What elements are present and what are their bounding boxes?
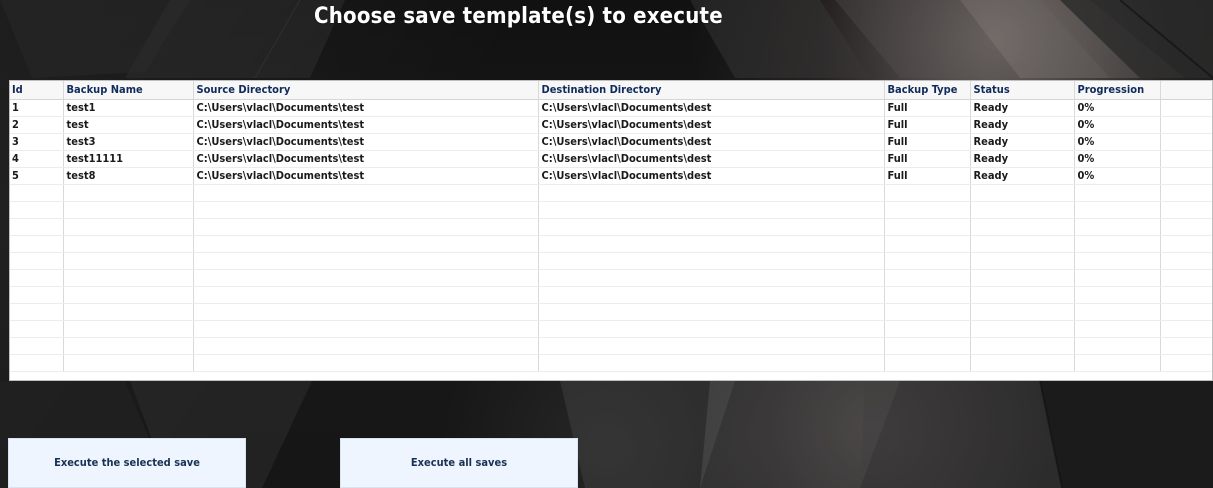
header-destination-directory[interactable]: Destination Directory <box>538 81 885 100</box>
cell-id: 2 <box>10 116 64 134</box>
cell-backup-name: test3 <box>63 133 194 151</box>
cell-destination-directory: C:\Users\vlacl\Documents\dest <box>538 167 885 185</box>
empty-table-row <box>10 320 1212 338</box>
header-status[interactable]: Status <box>970 81 1075 100</box>
table-row[interactable]: 4 test11111 C:\Users\vlacl\Documents\tes… <box>10 150 1212 168</box>
header-source-directory[interactable]: Source Directory <box>193 81 539 100</box>
cell-backup-type: Full <box>884 99 971 117</box>
empty-table-row <box>10 269 1212 287</box>
cell-destination-directory: C:\Users\vlacl\Documents\dest <box>538 99 885 117</box>
header-backup-type[interactable]: Backup Type <box>884 81 971 100</box>
execute-selected-save-button[interactable]: Execute the selected save <box>8 438 246 488</box>
cell-backup-type: Full <box>884 150 971 168</box>
empty-table-row <box>10 354 1212 372</box>
table-row[interactable]: 1 test1 C:\Users\vlacl\Documents\test C:… <box>10 99 1212 117</box>
execute-all-saves-button[interactable]: Execute all saves <box>340 438 578 488</box>
table-row[interactable]: 3 test3 C:\Users\vlacl\Documents\test C:… <box>10 133 1212 151</box>
table-row[interactable]: 5 test8 C:\Users\vlacl\Documents\test C:… <box>10 167 1212 185</box>
cell-spare <box>1160 133 1212 151</box>
cell-status: Ready <box>970 150 1075 168</box>
cell-backup-name: test1 <box>63 99 194 117</box>
cell-backup-name: test <box>63 116 194 134</box>
cell-source-directory: C:\Users\vlacl\Documents\test <box>193 99 539 117</box>
cell-backup-type: Full <box>884 167 971 185</box>
cell-spare <box>1160 167 1212 185</box>
cell-backup-type: Full <box>884 133 971 151</box>
header-progression[interactable]: Progression <box>1074 81 1161 100</box>
cell-progression: 0% <box>1074 116 1161 134</box>
cell-backup-type: Full <box>884 116 971 134</box>
execute-all-saves-label: Execute all saves <box>410 455 508 469</box>
empty-table-row <box>10 218 1212 236</box>
page-title: Choose save template(s) to execute <box>314 4 723 29</box>
cell-status: Ready <box>970 167 1075 185</box>
empty-table-row <box>10 252 1212 270</box>
cell-status: Ready <box>970 133 1075 151</box>
cell-source-directory: C:\Users\vlacl\Documents\test <box>193 133 539 151</box>
empty-table-row <box>10 235 1212 253</box>
cell-id: 1 <box>10 99 64 117</box>
cell-backup-name: test11111 <box>63 150 194 168</box>
execute-selected-save-label: Execute the selected save <box>54 455 200 469</box>
cell-progression: 0% <box>1074 99 1161 117</box>
cell-source-directory: C:\Users\vlacl\Documents\test <box>193 167 539 185</box>
cell-destination-directory: C:\Users\vlacl\Documents\dest <box>538 133 885 151</box>
empty-table-row <box>10 201 1212 219</box>
cell-destination-directory: C:\Users\vlacl\Documents\dest <box>538 116 885 134</box>
header-backup-name[interactable]: Backup Name <box>63 81 194 100</box>
cell-status: Ready <box>970 99 1075 117</box>
cell-source-directory: C:\Users\vlacl\Documents\test <box>193 150 539 168</box>
cell-status: Ready <box>970 116 1075 134</box>
cell-progression: 0% <box>1074 133 1161 151</box>
cell-progression: 0% <box>1074 167 1161 185</box>
empty-table-row <box>10 303 1212 321</box>
cell-spare <box>1160 99 1212 117</box>
cell-id: 5 <box>10 167 64 185</box>
cell-destination-directory: C:\Users\vlacl\Documents\dest <box>538 150 885 168</box>
cell-progression: 0% <box>1074 150 1161 168</box>
cell-source-directory: C:\Users\vlacl\Documents\test <box>193 116 539 134</box>
backup-template-grid[interactable]: Id Backup Name Source Directory Destinat… <box>9 80 1213 381</box>
cell-backup-name: test8 <box>63 167 194 185</box>
backup-template-table: Id Backup Name Source Directory Destinat… <box>10 81 1212 372</box>
empty-table-row <box>10 184 1212 202</box>
cell-spare <box>1160 150 1212 168</box>
table-header-row: Id Backup Name Source Directory Destinat… <box>10 81 1212 100</box>
cell-spare <box>1160 116 1212 134</box>
table-row[interactable]: 2 test C:\Users\vlacl\Documents\test C:\… <box>10 116 1212 134</box>
header-spare <box>1160 81 1212 100</box>
cell-id: 4 <box>10 150 64 168</box>
empty-table-row <box>10 286 1212 304</box>
cell-id: 3 <box>10 133 64 151</box>
header-id[interactable]: Id <box>10 81 64 100</box>
empty-table-row <box>10 337 1212 355</box>
